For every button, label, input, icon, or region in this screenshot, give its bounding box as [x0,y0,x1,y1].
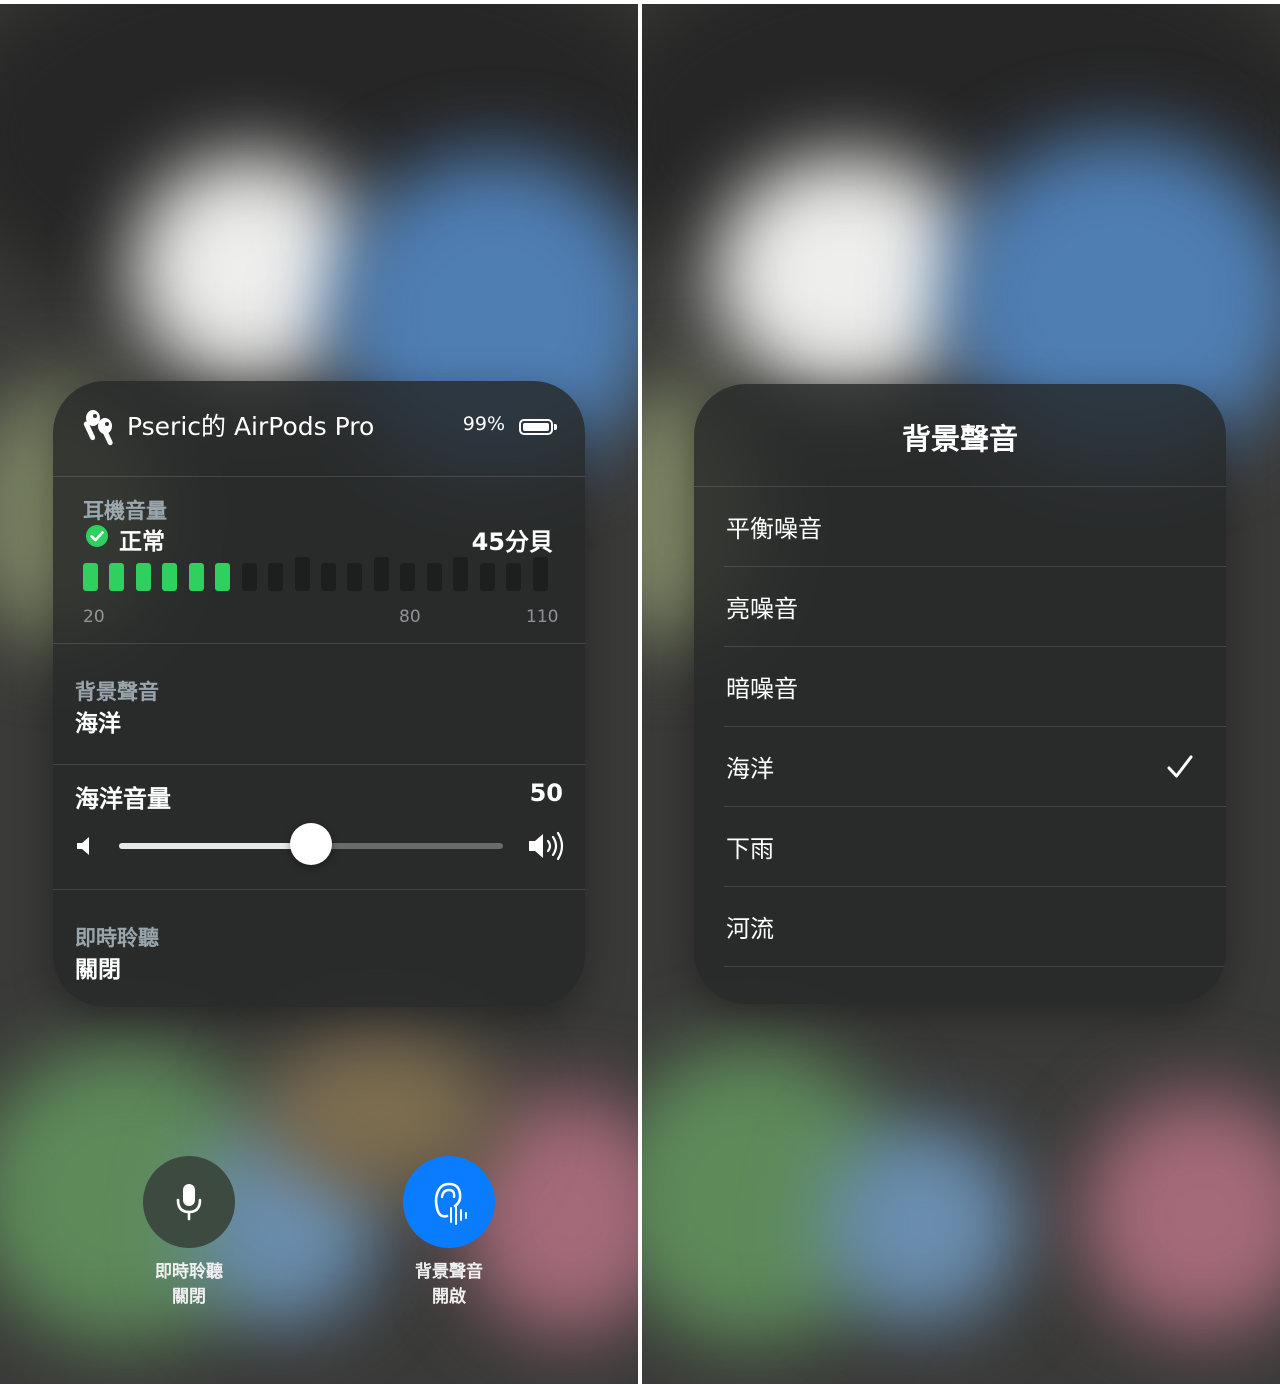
option-label: 河流 [726,915,774,943]
live-listen-row[interactable]: 即時聆聽 關閉 [53,890,585,1007]
divider [53,476,585,477]
background-sounds-caption-state: 開啟 [432,1287,466,1307]
background-sounds-menu: 背景聲音 平衡噪音 亮噪音 暗噪音 海洋 下雨 河流 [694,384,1226,1004]
scale-label-max: 110 [526,607,559,627]
live-listen-value: 關閉 [75,957,121,983]
divider [53,764,585,765]
option-stream[interactable]: 河流 [694,887,1226,967]
level-segment-lit [188,563,204,591]
level-segment-lit [162,563,178,591]
speaker-high-icon [529,831,564,861]
check-circle-icon [86,525,108,547]
option-dark-noise[interactable]: 暗噪音 [694,647,1226,727]
ocean-volume-label: 海洋音量 [75,785,171,813]
option-label: 下雨 [726,835,774,863]
slider-fill [119,843,311,849]
option-bright-noise[interactable]: 亮噪音 [694,567,1226,647]
level-segment-off [453,557,469,591]
checkmark-icon [1167,755,1193,778]
option-label: 亮噪音 [726,595,798,623]
speaker-low-icon [77,837,89,855]
background-sounds-caption: 背景聲音 開啟 [379,1260,519,1310]
option-balanced-noise[interactable]: 平衡噪音 [694,487,1226,567]
option-label: 暗噪音 [726,675,798,703]
level-segment-off [400,563,416,591]
battery-nub [554,424,557,430]
level-segment-off [373,557,389,591]
background-sounds-value: 海洋 [75,711,121,737]
slider-knob[interactable] [290,823,332,865]
headphone-level-status: 正常 [119,529,165,555]
level-segment-off [241,563,257,591]
level-segment-off [479,563,495,591]
level-segment-off [506,563,522,591]
left-screen: Pseric的 AirPods Pro 99% 耳機音量 正常 45分貝 20 … [0,4,638,1384]
level-segment-off [268,563,284,591]
option-label: 海洋 [726,755,774,783]
scale-label-mid: 80 [399,607,421,627]
headphone-level-value: 45分貝 [471,528,553,556]
option-label: 平衡噪音 [726,515,822,543]
option-ocean[interactable]: 海洋 [694,727,1226,807]
live-listen-caption: 即時聆聽 關閉 [119,1260,259,1310]
live-listen-button[interactable] [143,1156,235,1248]
ocean-volume-value: 50 [529,779,563,807]
level-segment-off [532,557,548,591]
option-rain[interactable]: 下雨 [694,807,1226,887]
background-sounds-label: 背景聲音 [75,680,159,704]
level-segment-off [347,563,363,591]
airpods-icon [83,410,113,446]
level-meter [83,557,559,591]
level-segment-lit [109,563,125,591]
live-listen-caption-title: 即時聆聽 [155,1262,223,1282]
right-screen: 背景聲音 平衡噪音 亮噪音 暗噪音 海洋 下雨 河流 [642,4,1280,1384]
battery-icon [519,419,557,435]
microphone-icon [176,1184,202,1221]
level-segment-off [426,563,442,591]
live-listen-label: 即時聆聽 [75,926,159,950]
divider [724,966,1226,967]
level-segment-lit [83,563,98,591]
menu-title: 背景聲音 [901,422,1018,456]
battery-fill [523,423,549,431]
level-segment-off [321,563,336,591]
hearing-panel: Pseric的 AirPods Pro 99% 耳機音量 正常 45分貝 20 … [53,381,585,1007]
background-sounds-button[interactable] [403,1156,495,1248]
level-segment-lit [135,563,151,591]
headphone-level-label: 耳機音量 [83,499,167,523]
live-listen-caption-state: 關閉 [172,1287,206,1307]
battery-percent: 99% [462,413,505,435]
level-segment-lit [215,563,231,591]
device-name: Pseric的 AirPods Pro [127,412,375,441]
scale-label-min: 20 [83,607,105,627]
level-segment-off [294,557,310,591]
ear-sound-icon [434,1182,467,1225]
background-sounds-row[interactable]: 背景聲音 海洋 [53,644,585,764]
background-sounds-caption-title: 背景聲音 [415,1262,483,1282]
